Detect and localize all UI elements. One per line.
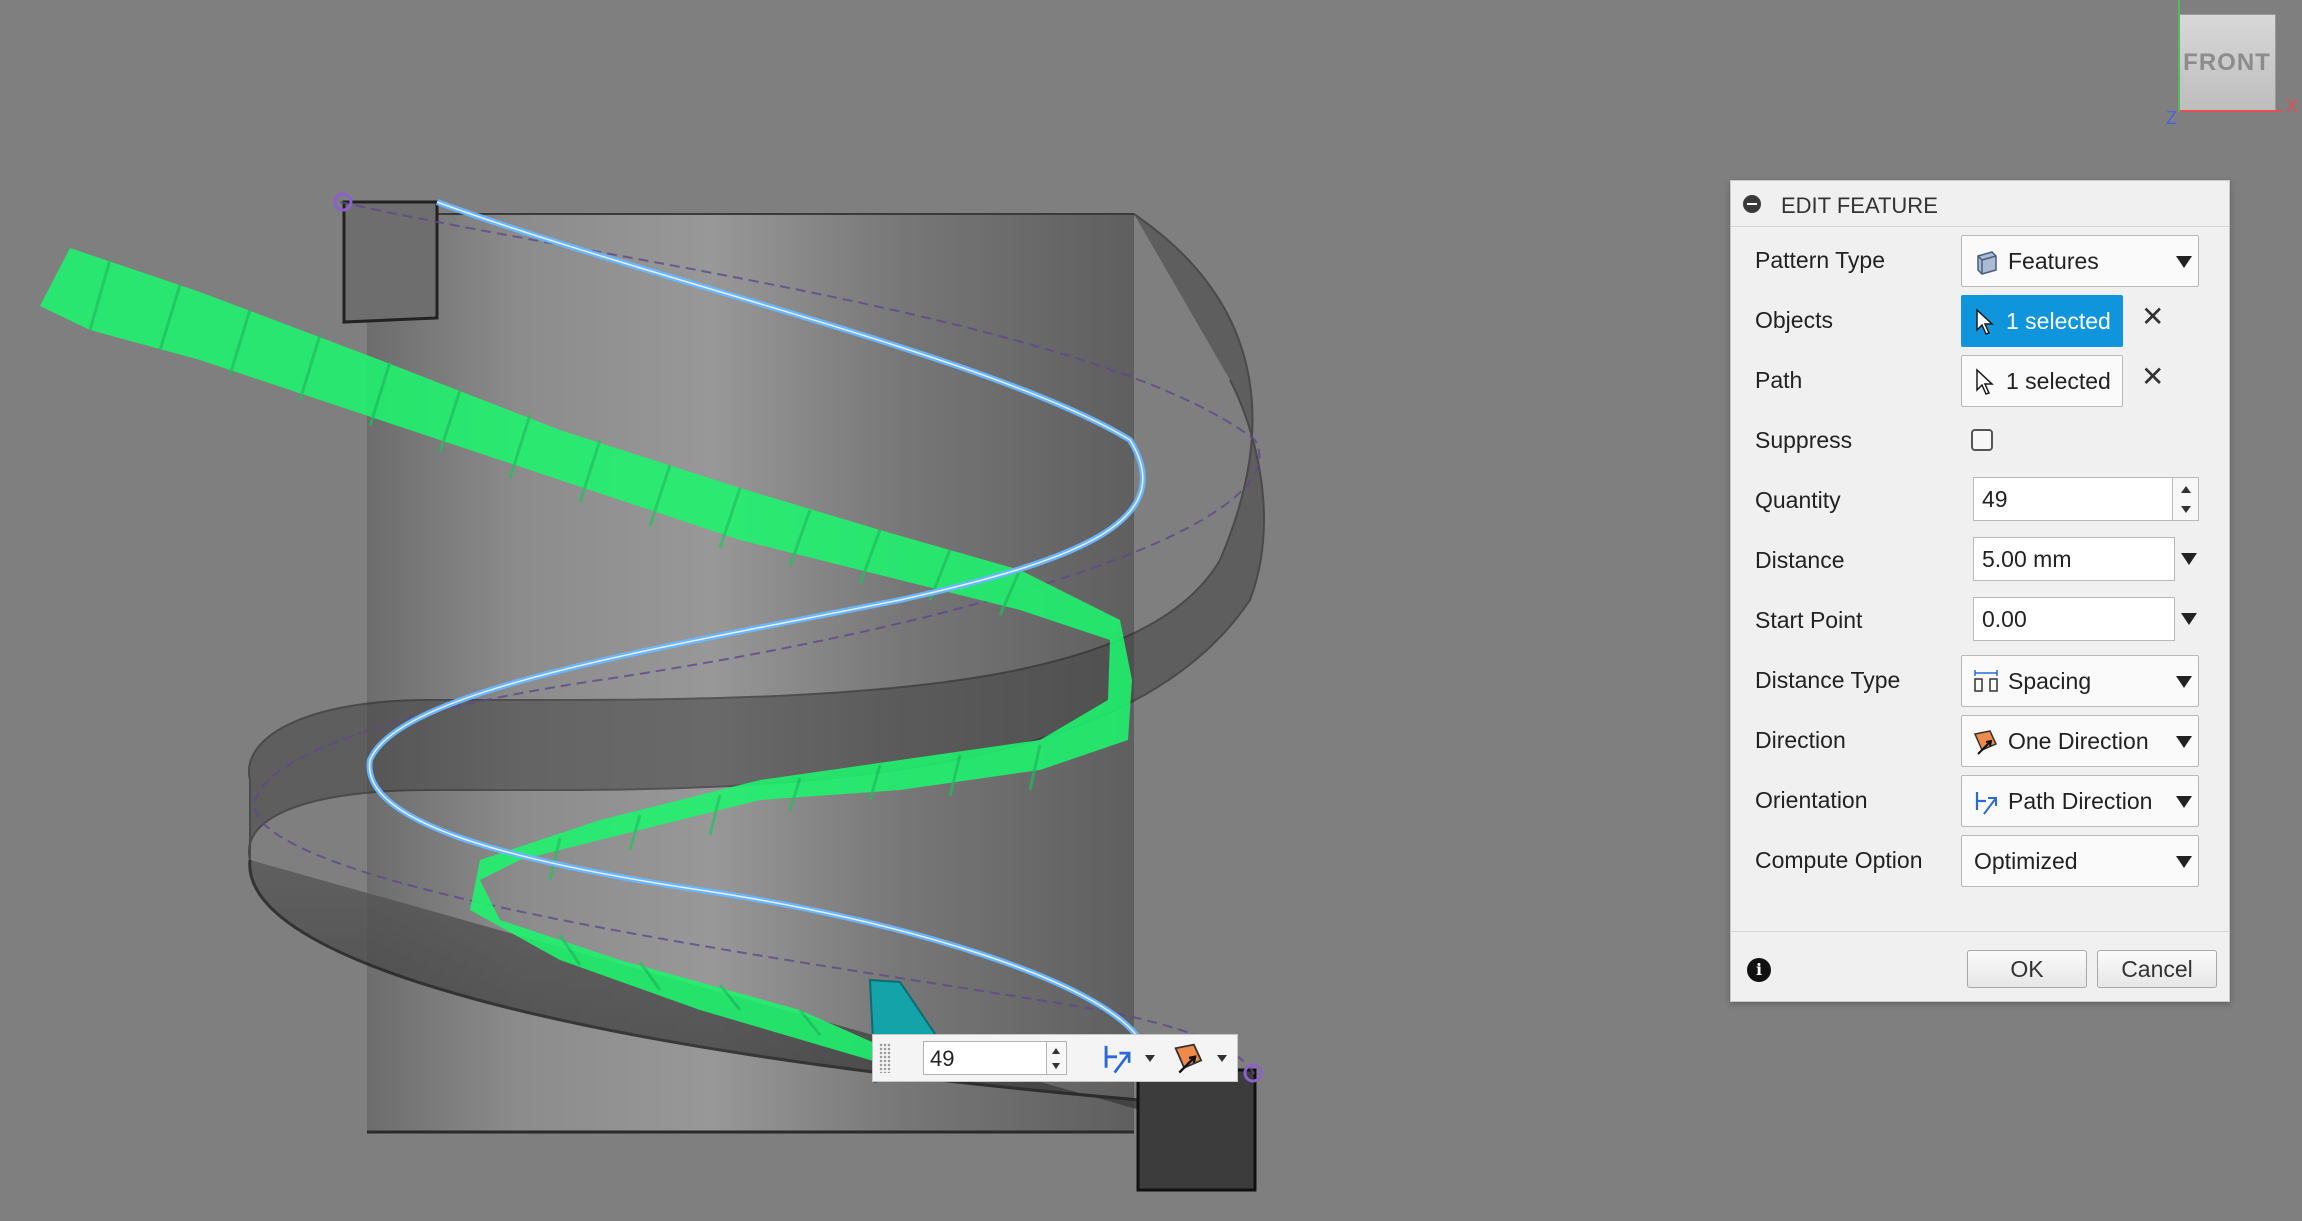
start-point-label: Start Point	[1755, 607, 1863, 633]
row-start-point: Start Point 0.00	[1731, 593, 2229, 649]
stepper-up-icon[interactable]	[2181, 486, 2191, 493]
stepper-up-icon[interactable]	[1052, 1048, 1060, 1054]
path-label: Path	[1755, 367, 1803, 393]
suppress-label: Suppress	[1755, 427, 1853, 453]
objects-label: Objects	[1755, 307, 1833, 333]
chevron-down-icon	[2176, 736, 2192, 748]
row-distance: Distance 5.00 mm	[1731, 533, 2229, 589]
one-direction-icon	[1973, 730, 1998, 755]
viewcube-front-face[interactable]: FRONT	[2178, 14, 2276, 112]
distance-chevron-down-icon[interactable]	[2181, 553, 2197, 565]
clear-objects-icon[interactable]: ✕	[2141, 303, 2164, 331]
path-direction-icon	[1975, 792, 1997, 815]
row-pattern-type: Pattern Type Features	[1731, 233, 2229, 289]
suppress-checkbox[interactable]	[1971, 429, 1993, 451]
direction-value: One Direction	[2008, 728, 2149, 754]
ok-button[interactable]: OK	[1967, 950, 2087, 988]
spacing-icon	[1974, 670, 1998, 692]
mini-orientation-dropdown[interactable]	[1099, 1041, 1155, 1075]
chevron-down-icon	[2176, 796, 2192, 808]
distance-label: Distance	[1755, 547, 1845, 573]
row-path: Path 1 selected ✕	[1731, 353, 2229, 409]
mini-quantity-stepper[interactable]	[1047, 1041, 1067, 1075]
end-block	[1136, 1068, 1257, 1192]
drag-grip-icon[interactable]	[879, 1043, 891, 1073]
compute-option-value: Optimized	[1974, 848, 2078, 874]
info-icon[interactable]: i	[1747, 958, 1771, 982]
chevron-down-icon	[2176, 676, 2192, 688]
cursor-icon	[1976, 308, 1994, 335]
compute-option-label: Compute Option	[1755, 847, 1923, 873]
clear-path-icon[interactable]: ✕	[2141, 363, 2164, 391]
row-objects: Objects 1 selected ✕	[1731, 293, 2229, 349]
distance-type-value: Spacing	[2008, 668, 2092, 694]
one-direction-icon	[1174, 1043, 1203, 1074]
axis-z-label: Z	[2166, 108, 2177, 128]
pattern-type-label: Pattern Type	[1755, 247, 1885, 273]
axis-x-line	[2178, 110, 2282, 112]
quantity-label: Quantity	[1755, 487, 1841, 513]
pattern-type-dropdown[interactable]: Features	[1961, 235, 2199, 287]
start-point-chevron-down-icon[interactable]	[2181, 613, 2197, 625]
quantity-stepper[interactable]	[2173, 477, 2199, 521]
edit-feature-panel: EDIT FEATURE Pattern Type Features Objec…	[1730, 180, 2230, 1002]
collapse-icon[interactable]	[1743, 195, 1761, 213]
chevron-down-icon	[2176, 856, 2192, 868]
objects-value: 1 selected	[2006, 308, 2111, 334]
row-compute-option: Compute Option Optimized	[1731, 833, 2229, 889]
row-direction: Direction One Direction	[1731, 713, 2229, 769]
chevron-down-icon	[1217, 1055, 1227, 1062]
start-point-input[interactable]: 0.00	[1973, 597, 2175, 641]
objects-selection-button[interactable]: 1 selected	[1961, 295, 2123, 347]
cancel-button[interactable]: Cancel	[2097, 950, 2217, 988]
chevron-down-icon	[2176, 256, 2192, 268]
orientation-dropdown[interactable]: Path Direction	[1961, 775, 2199, 827]
path-value: 1 selected	[2006, 368, 2111, 394]
row-quantity: Quantity 49	[1731, 473, 2229, 529]
stepper-down-icon[interactable]	[2181, 506, 2191, 513]
orientation-label: Orientation	[1755, 787, 1868, 813]
pattern-type-value: Features	[2008, 248, 2099, 274]
path-selection-button[interactable]: 1 selected	[1961, 355, 2123, 407]
axis-y-line	[2178, 0, 2180, 112]
direction-label: Direction	[1755, 727, 1846, 753]
distance-type-label: Distance Type	[1755, 667, 1901, 693]
features-icon	[1977, 251, 1997, 275]
panel-footer: i OK Cancel	[1731, 931, 2229, 1001]
mini-direction-dropdown[interactable]	[1171, 1041, 1227, 1075]
direction-dropdown[interactable]: One Direction	[1961, 715, 2199, 767]
row-distance-type: Distance Type Spacing	[1731, 653, 2229, 709]
row-orientation: Orientation Path Direction	[1731, 773, 2229, 829]
stepper-down-icon[interactable]	[1052, 1063, 1060, 1069]
orientation-value: Path Direction	[2008, 788, 2153, 814]
distance-input[interactable]: 5.00 mm	[1973, 537, 2175, 581]
row-suppress: Suppress	[1731, 413, 2229, 469]
chevron-down-icon	[1145, 1055, 1155, 1062]
panel-header: EDIT FEATURE	[1731, 181, 2229, 227]
compute-option-dropdown[interactable]: Optimized	[1961, 835, 2199, 887]
viewcube[interactable]: FRONT X Z	[2158, 0, 2302, 130]
cursor-icon	[1976, 368, 1994, 395]
canvas-mini-toolbar: 49	[872, 1034, 1238, 1082]
quantity-input[interactable]: 49	[1973, 477, 2173, 521]
path-direction-icon	[1104, 1045, 1131, 1074]
axis-x-label: X	[2286, 96, 2299, 116]
panel-title: EDIT FEATURE	[1781, 193, 1938, 218]
mini-quantity-input[interactable]: 49	[923, 1041, 1047, 1075]
distance-type-dropdown[interactable]: Spacing	[1961, 655, 2199, 707]
